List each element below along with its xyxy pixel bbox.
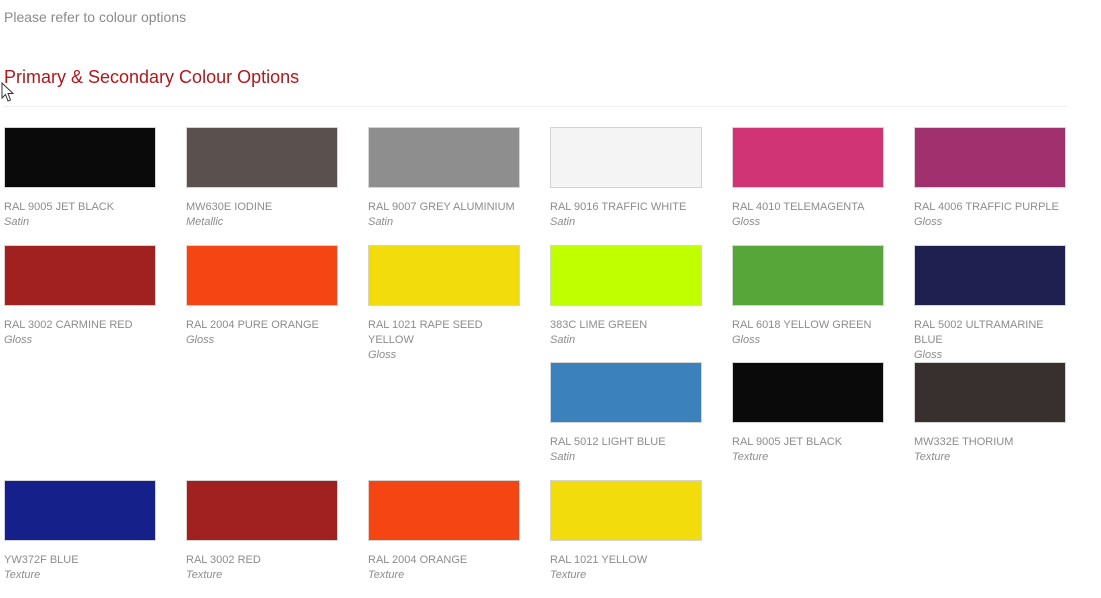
colour-finish: Gloss (4, 334, 33, 346)
colour-name: 383C LIME GREEN (550, 319, 648, 331)
colour-option[interactable]: MW332E THORIUM Texture (914, 362, 1066, 465)
colour-swatch[interactable] (4, 127, 156, 188)
colour-finish: Gloss (914, 349, 943, 361)
colour-swatch[interactable] (550, 127, 702, 188)
colour-swatch[interactable] (550, 480, 702, 541)
colour-finish: Texture (550, 569, 587, 581)
colour-name: RAL 1021 RAPE SEED YELLOW (368, 319, 483, 346)
colour-option[interactable]: RAL 1021 RAPE SEED YELLOW Gloss (368, 245, 520, 363)
mouse-pointer-icon (1, 82, 15, 102)
colour-name: RAL 2004 ORANGE (368, 554, 468, 566)
colour-option[interactable]: RAL 3002 CARMINE RED Gloss (4, 245, 156, 348)
colour-option[interactable]: RAL 2004 ORANGE Texture (368, 480, 520, 583)
colour-option[interactable]: RAL 9007 GREY ALUMINIUM Satin (368, 127, 520, 230)
colour-swatch[interactable] (732, 362, 884, 423)
colour-finish: Satin (4, 216, 30, 228)
colour-name: RAL 2004 PURE ORANGE (186, 319, 319, 331)
colour-name: RAL 3002 CARMINE RED (4, 319, 133, 331)
colour-finish: Texture (732, 451, 769, 463)
colour-name: MW630E IODINE (186, 201, 273, 213)
colour-name: RAL 4006 TRAFFIC PURPLE (914, 201, 1059, 213)
swatch-grid: RAL 9005 JET BLACK Satin MW630E IODINE Meta… (4, 127, 1084, 597)
colour-name: RAL 1021 YELLOW (550, 554, 648, 566)
colour-option[interactable]: YW372F BLUE Texture (4, 480, 156, 583)
colour-finish: Gloss (732, 334, 761, 346)
colour-swatch[interactable] (4, 480, 156, 541)
colour-name: RAL 5012 LIGHT BLUE (550, 436, 666, 448)
colour-finish: Texture (368, 569, 405, 581)
colour-name: RAL 9005 JET BLACK (732, 436, 843, 448)
colour-finish: Texture (4, 569, 41, 581)
colour-option[interactable]: RAL 6018 YELLOW GREEN Gloss (732, 245, 884, 348)
colour-option[interactable]: RAL 1021 YELLOW Texture (550, 480, 702, 583)
colour-option[interactable]: RAL 9005 JET BLACK Texture (732, 362, 884, 465)
colour-name: RAL 9005 JET BLACK (4, 201, 115, 213)
colour-swatch[interactable] (550, 362, 702, 423)
colour-option[interactable]: RAL 4006 TRAFFIC PURPLE Gloss (914, 127, 1066, 230)
colour-name: YW372F BLUE (4, 554, 79, 566)
colour-option[interactable]: RAL 2004 PURE ORANGE Gloss (186, 245, 338, 348)
colour-finish: Gloss (186, 334, 215, 346)
colour-swatch[interactable] (368, 245, 520, 306)
colour-option[interactable]: RAL 4010 TELEMAGENTA Gloss (732, 127, 884, 230)
colour-swatch[interactable] (732, 245, 884, 306)
colour-swatch[interactable] (732, 127, 884, 188)
colour-name: MW332E THORIUM (914, 436, 1014, 448)
colour-swatch[interactable] (368, 480, 520, 541)
colour-finish: Satin (550, 334, 576, 346)
colour-swatch[interactable] (914, 362, 1066, 423)
colour-swatch[interactable] (4, 245, 156, 306)
colour-finish: Satin (550, 451, 576, 463)
colour-name: RAL 4010 TELEMAGENTA (732, 201, 865, 213)
colour-option[interactable]: RAL 5012 LIGHT BLUE Satin (550, 362, 702, 465)
colour-swatch[interactable] (186, 127, 338, 188)
colour-finish: Texture (914, 451, 951, 463)
colour-finish: Satin (550, 216, 576, 228)
colour-name: RAL 9016 TRAFFIC WHITE (550, 201, 687, 213)
colour-name: RAL 5002 ULTRAMARINE BLUE (914, 319, 1044, 346)
colour-swatch[interactable] (186, 245, 338, 306)
colour-name: RAL 6018 YELLOW GREEN (732, 319, 872, 331)
colour-option[interactable]: MW630E IODINE Metallic (186, 127, 338, 230)
colour-option[interactable]: RAL 3002 RED Texture (186, 480, 338, 583)
colour-swatch[interactable] (914, 245, 1066, 306)
colour-finish: Metallic (186, 216, 224, 228)
colour-name: RAL 3002 RED (186, 554, 261, 566)
colour-finish: Gloss (368, 349, 397, 361)
colour-finish: Texture (186, 569, 223, 581)
colour-option[interactable]: RAL 9005 JET BLACK Satin (4, 127, 156, 230)
colour-finish: Gloss (732, 216, 761, 228)
colour-swatch[interactable] (550, 245, 702, 306)
colour-finish: Satin (368, 216, 394, 228)
colour-name: RAL 9007 GREY ALUMINIUM (368, 201, 515, 213)
colour-swatch[interactable] (368, 127, 520, 188)
colour-option[interactable]: RAL 5002 ULTRAMARINE BLUE Gloss (914, 245, 1066, 363)
colour-option[interactable]: RAL 9016 TRAFFIC WHITE Satin (550, 127, 702, 230)
section-heading: Primary & Secondary Colour Options (4, 67, 300, 87)
divider (4, 106, 1067, 107)
colour-finish: Gloss (914, 216, 943, 228)
colour-swatch[interactable] (914, 127, 1066, 188)
intro-text: Please refer to colour options (4, 9, 187, 25)
colour-swatch[interactable] (186, 480, 338, 541)
colour-option[interactable]: 383C LIME GREEN Satin (550, 245, 702, 348)
